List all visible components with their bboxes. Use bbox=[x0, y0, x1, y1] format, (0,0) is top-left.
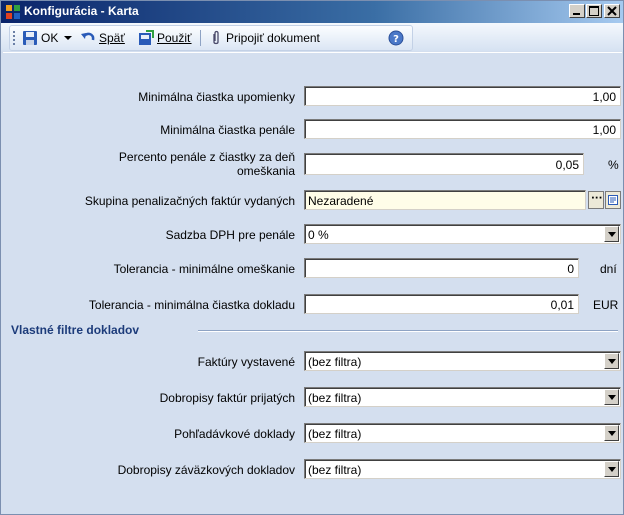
penalty-group-value: Nezaradené bbox=[308, 194, 374, 208]
filter-issued-invoices-value: (bez filtra) bbox=[308, 355, 362, 369]
minimize-icon bbox=[573, 13, 580, 15]
penalty-percent-label-line2: omeškania bbox=[236, 164, 295, 178]
tolerance-delay-field[interactable]: 0 bbox=[304, 258, 579, 278]
filter-received-credit-notes-select[interactable]: (bez filtra) bbox=[304, 387, 621, 407]
toolbar-strip: OK Späť Použiť Pripojiť dokument ? bbox=[9, 25, 413, 51]
tolerance-amount-label: Tolerancia - minimálna čiastka dokladu bbox=[88, 298, 295, 312]
filter-payable-credit-notes-value: (bez filtra) bbox=[308, 463, 362, 477]
window-title: Konfigurácia - Karta bbox=[24, 4, 139, 18]
title-bar[interactable]: Konfigurácia - Karta bbox=[1, 1, 623, 23]
vat-rate-value: 0 % bbox=[308, 228, 329, 242]
filter-received-credit-notes-value: (bez filtra) bbox=[308, 391, 362, 405]
close-icon bbox=[607, 6, 617, 16]
tolerance-amount-value: 0,01 bbox=[550, 298, 574, 312]
penalty-percent-field[interactable]: 0,05 bbox=[304, 153, 584, 175]
tolerance-delay-value: 0 bbox=[567, 262, 574, 276]
undo-icon bbox=[81, 32, 95, 41]
apply-button[interactable]: Použiť bbox=[157, 31, 192, 45]
section-divider bbox=[198, 330, 618, 332]
min-reminder-field[interactable]: 1,00 bbox=[304, 86, 621, 106]
open-card-button[interactable] bbox=[605, 191, 621, 209]
app-icon bbox=[6, 5, 20, 19]
configuration-window: Konfigurácia - Karta OK Späť Použiť Prip… bbox=[0, 0, 624, 515]
filter-issued-invoices-select[interactable]: (bez filtra) bbox=[304, 351, 621, 371]
svg-text:?: ? bbox=[393, 34, 399, 45]
attach-document-button[interactable]: Pripojiť dokument bbox=[226, 31, 320, 45]
filter-receivable-docs-label: Pohľadávkové doklady bbox=[174, 427, 295, 441]
close-button[interactable] bbox=[604, 4, 620, 18]
section-title: Vlastné filtre dokladov bbox=[11, 323, 140, 337]
chevron-down-icon[interactable] bbox=[64, 34, 72, 42]
min-reminder-label: Minimálna čiastka upomienky bbox=[138, 90, 295, 104]
filter-payable-credit-notes-label: Dobropisy záväzkových dokladov bbox=[117, 463, 295, 477]
vat-rate-select[interactable]: 0 % bbox=[304, 224, 621, 244]
toolbar-separator bbox=[200, 30, 201, 46]
min-penalty-label: Minimálna čiastka penále bbox=[160, 123, 295, 137]
tolerance-delay-label: Tolerancia - minimálne omeškanie bbox=[113, 262, 295, 276]
form-content: Minimálna čiastka upomienky 1,00 Minimál… bbox=[3, 52, 622, 512]
filter-payable-credit-notes-dropdown-button[interactable] bbox=[604, 461, 619, 477]
filter-received-credit-notes-dropdown-button[interactable] bbox=[604, 389, 619, 405]
save-disk-icon[interactable] bbox=[22, 30, 38, 46]
penalty-percent-value: 0,05 bbox=[555, 158, 579, 172]
vat-rate-label: Sadzba DPH pre penále bbox=[165, 228, 295, 242]
vat-rate-dropdown-button[interactable] bbox=[604, 226, 619, 242]
tolerance-amount-field[interactable]: 0,01 bbox=[304, 294, 579, 314]
back-button[interactable]: Späť bbox=[99, 31, 125, 45]
maximize-icon bbox=[589, 6, 599, 16]
filter-payable-credit-notes-select[interactable]: (bez filtra) bbox=[304, 459, 621, 479]
min-reminder-value: 1,00 bbox=[592, 90, 616, 104]
filter-issued-invoices-label: Faktúry vystavené bbox=[197, 355, 295, 369]
penalty-percent-label-line1: Percento penále z čiastky za deň bbox=[118, 150, 295, 164]
toolbar: OK Späť Použiť Pripojiť dokument ? bbox=[1, 23, 623, 51]
tolerance-amount-unit: EUR bbox=[593, 298, 619, 312]
penalty-group-label: Skupina penalizačných faktúr vydaných bbox=[84, 194, 295, 208]
minimize-button[interactable] bbox=[569, 4, 585, 18]
paperclip-icon bbox=[213, 30, 219, 45]
ellipsis-icon: ··· bbox=[591, 193, 603, 204]
browse-button[interactable]: ··· bbox=[588, 191, 604, 209]
ok-button[interactable]: OK bbox=[41, 31, 58, 45]
filter-receivable-docs-select[interactable]: (bez filtra) bbox=[304, 423, 621, 443]
tolerance-delay-unit: dní bbox=[600, 262, 617, 276]
help-icon[interactable]: ? bbox=[388, 30, 404, 46]
filter-received-credit-notes-label: Dobropisy faktúr prijatých bbox=[159, 391, 295, 405]
card-icon bbox=[608, 195, 618, 205]
filter-receivable-docs-dropdown-button[interactable] bbox=[604, 425, 619, 441]
penalty-group-field[interactable]: Nezaradené bbox=[304, 190, 586, 210]
min-penalty-value: 1,00 bbox=[592, 123, 616, 137]
min-penalty-field[interactable]: 1,00 bbox=[304, 119, 621, 139]
penalty-percent-label: Percento penále z čiastky za deň omeškan… bbox=[119, 150, 295, 178]
apply-icon bbox=[139, 30, 154, 45]
penalty-percent-unit: % bbox=[608, 158, 619, 172]
filter-receivable-docs-value: (bez filtra) bbox=[308, 427, 362, 441]
filter-issued-invoices-dropdown-button[interactable] bbox=[604, 353, 619, 369]
maximize-button[interactable] bbox=[586, 4, 602, 18]
toolbar-grip[interactable] bbox=[13, 31, 18, 45]
